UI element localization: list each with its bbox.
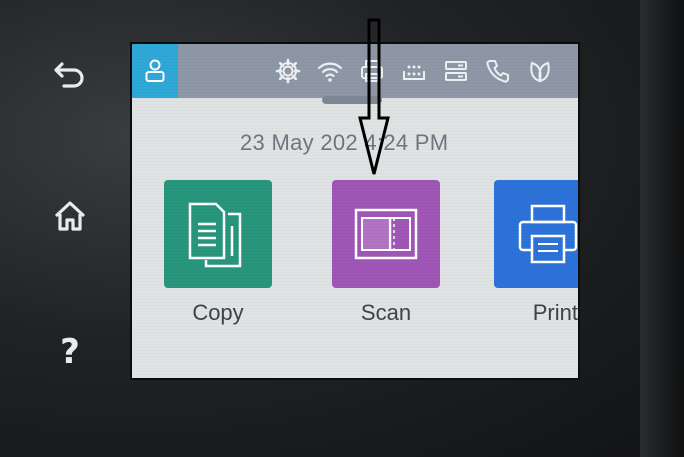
ink-levels-button[interactable] [398,55,430,87]
tray-icon [445,61,467,81]
scan-icon [354,208,418,260]
phone-icon [486,60,509,83]
copy-icon [188,202,242,268]
scan-app-tile[interactable] [332,180,440,288]
home-button[interactable] [48,194,92,238]
back-arrow-icon [54,62,84,88]
user-account-button[interactable] [132,44,178,98]
status-icons [272,54,556,88]
print-icon [518,204,578,264]
bezel-edge [640,0,684,457]
print-app-tile[interactable] [494,180,578,288]
user-icon [145,59,165,82]
leaf-eco-icon [530,61,550,83]
ink-levels-icon [403,65,425,80]
copy-app-label[interactable]: Copy [148,300,288,326]
fax-button[interactable] [482,55,514,87]
copy-app-tile[interactable] [164,180,272,288]
paper-tray-button[interactable] [440,55,472,87]
wifi-icon [317,62,343,82]
help-icon: ? [60,332,80,372]
settings-button[interactable] [272,55,304,87]
settings-gear-icon [275,58,301,84]
down-arrow-annotation [358,18,390,175]
scan-app-label[interactable]: Scan [316,300,456,326]
wifi-button[interactable] [314,55,346,87]
eco-button[interactable] [524,55,556,87]
print-app-label[interactable]: Print [470,300,578,326]
back-button[interactable] [48,52,92,96]
home-icon [54,201,86,231]
help-button[interactable]: ? [48,330,92,374]
